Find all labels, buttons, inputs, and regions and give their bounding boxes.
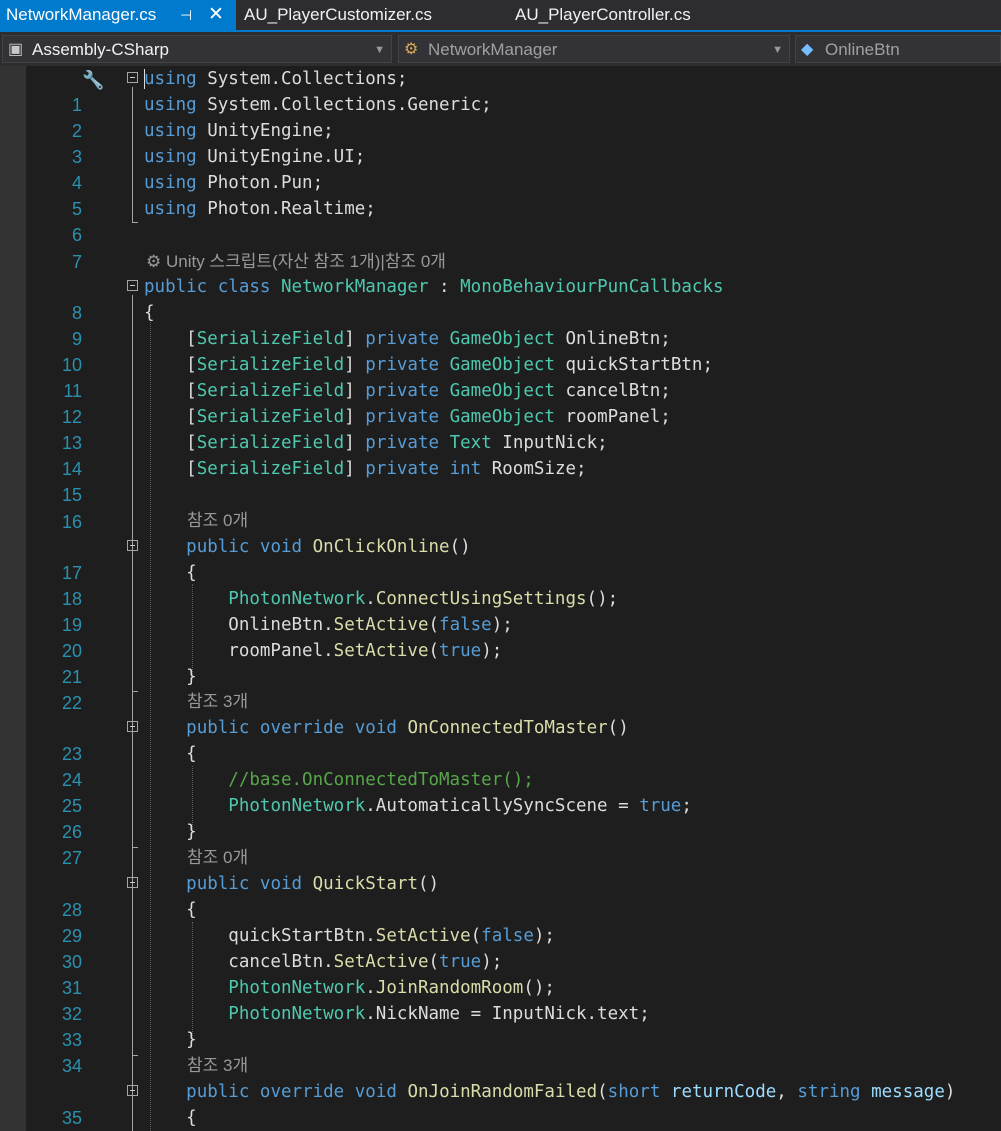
tab-label: AU_PlayerCustomizer.cs (244, 5, 433, 24)
tab-au-playercustomizer[interactable]: AU_PlayerCustomizer.cs (244, 0, 432, 30)
navigation-bar: ▣ Assembly-CSharp ▼ ⚙ NetworkManager ▼ ◆… (0, 32, 1001, 66)
code-line[interactable]: 9 { (0, 300, 1001, 349)
codelens-text: Unity 스크립트(자산 참조 1개)|참조 0개 (165, 252, 446, 271)
code-line[interactable]: 21 roomPanel.SetActive(true); (0, 638, 1001, 687)
code-line[interactable]: 13 [SerializeField] private GameObject r… (0, 404, 1001, 453)
chevron-down-icon[interactable]: ▼ (374, 36, 385, 62)
code-line[interactable]: 8 public class NetworkManager : MonoBeha… (0, 274, 1001, 323)
codelens[interactable]: 참조 3개 (0, 689, 1001, 715)
code-line[interactable]: 18 { (0, 560, 1001, 609)
code-line[interactable]: 10 [SerializeField] private GameObject O… (0, 326, 1001, 375)
member-name: OnlineBtn (825, 40, 900, 59)
collapse-icon[interactable] (127, 1085, 138, 1096)
code-line[interactable]: 27 } (0, 819, 1001, 868)
project-name: Assembly-CSharp (32, 40, 169, 59)
code-line[interactable]: 30 quickStartBtn.SetActive(false); (0, 923, 1001, 972)
type-name: NetworkManager (428, 40, 558, 59)
code-line[interactable]: 15 [SerializeField] private int RoomSize… (0, 456, 1001, 505)
code-line[interactable]: 34 } (0, 1027, 1001, 1076)
member-dropdown[interactable]: ◆ OnlineBtn (795, 35, 1001, 63)
code-line[interactable]: 1 🔧 using System.Collections; (0, 66, 1001, 115)
code-line[interactable]: 26 PhotonNetwork.AutomaticallySyncScene … (0, 793, 1001, 842)
collapse-icon[interactable] (127, 877, 138, 888)
code-line[interactable]: 33 PhotonNetwork.NickName = InputNick.te… (0, 1001, 1001, 1050)
tab-label: NetworkManager.cs (6, 5, 157, 24)
collapse-icon[interactable] (127, 540, 138, 551)
collapse-icon[interactable] (127, 72, 138, 83)
code-line[interactable]: 5 using Photon.Pun; (0, 170, 1001, 219)
code-line[interactable]: 4 using UnityEngine.UI; (0, 144, 1001, 193)
code-line[interactable]: 23 public override void OnConnectedToMas… (0, 715, 1001, 764)
code-line[interactable]: 17 public void OnClickOnline() (0, 534, 1001, 583)
code-line[interactable]: 28 public void QuickStart() (0, 871, 1001, 920)
codelens[interactable]: ⚙ Unity 스크립트(자산 참조 1개)|참조 0개 (0, 249, 1001, 275)
quick-actions-icon[interactable]: 🔧 (82, 68, 104, 94)
close-icon[interactable]: ✕ (208, 0, 224, 30)
code-line[interactable]: 6 using Photon.Realtime; (0, 196, 1001, 245)
code-line[interactable]: 36 { (0, 1105, 1001, 1131)
type-dropdown[interactable]: ⚙ NetworkManager ▼ (398, 35, 790, 63)
tab-label: AU_PlayerController.cs (515, 5, 691, 24)
code-line[interactable]: 35 public override void OnJoinRandomFail… (0, 1079, 1001, 1128)
codelens[interactable]: 참조 0개 (0, 845, 1001, 871)
collapse-icon[interactable] (127, 721, 138, 732)
csharp-project-icon: ▣ (8, 41, 24, 58)
code-line[interactable]: 2 using System.Collections.Generic; (0, 92, 1001, 141)
code-line[interactable]: 22 } (0, 664, 1001, 713)
code-line[interactable]: 19 PhotonNetwork.ConnectUsingSettings(); (0, 586, 1001, 635)
chevron-down-icon[interactable]: ▼ (772, 36, 783, 62)
code-line[interactable]: 16 (0, 483, 1001, 532)
code-line[interactable]: 29 { (0, 897, 1001, 946)
codelens[interactable]: 참조 3개 (0, 1053, 1001, 1079)
code-line[interactable]: 3 using UnityEngine; (0, 118, 1001, 167)
code-line[interactable]: 14 [SerializeField] private Text InputNi… (0, 430, 1001, 479)
project-dropdown[interactable]: ▣ Assembly-CSharp ▼ (2, 35, 392, 63)
code-line[interactable]: 11 [SerializeField] private GameObject q… (0, 352, 1001, 401)
code-line[interactable]: 31 cancelBtn.SetActive(true); (0, 949, 1001, 998)
collapse-icon[interactable] (127, 280, 138, 291)
code-editor[interactable]: 1 🔧 using System.Collections; 2 using Sy… (0, 66, 1001, 1131)
pin-icon[interactable]: ⊣ (180, 0, 192, 30)
code-line[interactable]: 25 //base.OnConnectedToMaster(); (0, 767, 1001, 816)
document-tab-bar: NetworkManager.cs ⊣ ✕ AU_PlayerCustomize… (0, 0, 1001, 32)
tab-networkmanager[interactable]: NetworkManager.cs ⊣ ✕ (0, 0, 236, 30)
code-line[interactable]: 7 (0, 223, 1001, 272)
private-field-icon: ◆ (801, 41, 814, 58)
codelens[interactable]: 참조 0개 (0, 508, 1001, 534)
class-icon: ⚙ (404, 41, 419, 58)
code-line[interactable]: 12 [SerializeField] private GameObject c… (0, 378, 1001, 427)
code-line[interactable]: 24 { (0, 741, 1001, 790)
code-line[interactable]: 20 OnlineBtn.SetActive(false); (0, 612, 1001, 661)
code-line[interactable]: 32 PhotonNetwork.JoinRandomRoom(); (0, 975, 1001, 1024)
tab-au-playercontroller[interactable]: AU_PlayerController.cs (515, 0, 691, 30)
